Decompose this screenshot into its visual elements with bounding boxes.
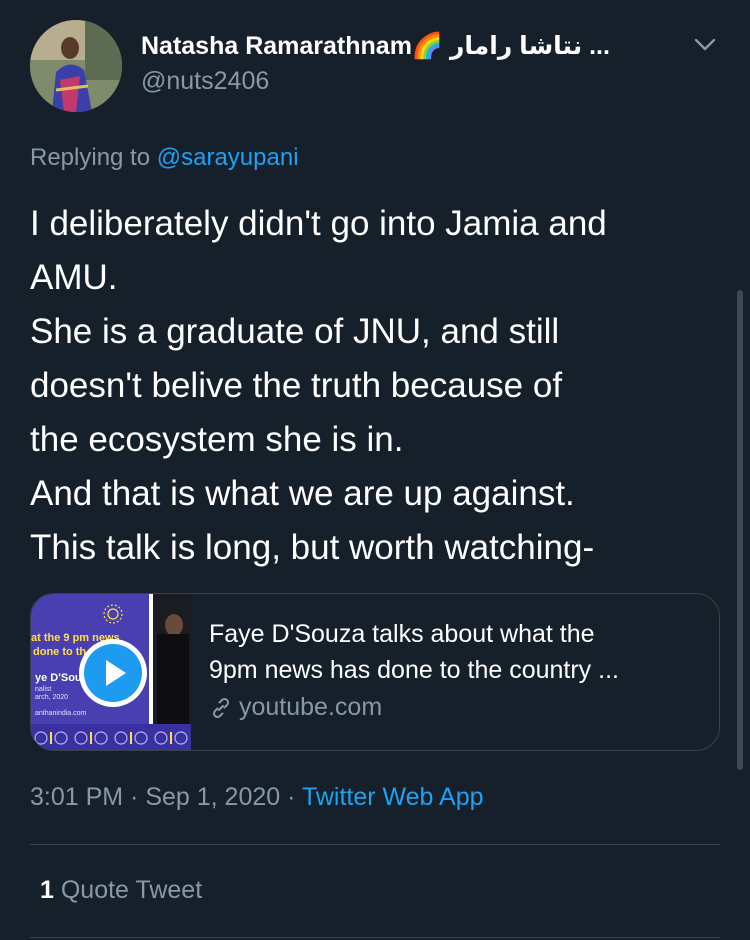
author-handle[interactable]: @nuts2406 [141, 67, 269, 96]
tweet-text: I deliberately didn't go into Jamia and … [30, 197, 730, 575]
play-icon [84, 644, 142, 702]
link-icon [212, 697, 230, 718]
thumb-sub1: nalist [35, 686, 52, 693]
thumb-url: anthanindia.com [35, 710, 87, 717]
divider [30, 937, 720, 938]
play-button[interactable] [79, 639, 147, 707]
meta-separator: · [280, 783, 302, 811]
link-preview-card[interactable]: at the 9 pm news done to th ye D'Souz na… [30, 593, 720, 751]
card-title[interactable]: Faye D'Souza talks about what the 9pm ne… [209, 616, 709, 688]
quote-count: 1 [40, 876, 54, 904]
avatar-photo [30, 20, 122, 112]
tweet-line: AMU. [30, 258, 118, 297]
chevron-down-icon[interactable] [690, 30, 720, 60]
tweet-line: And that is what we are up against. [30, 474, 575, 513]
meta-separator: · [123, 783, 146, 811]
decorative-pattern-icon [34, 731, 188, 745]
tweet-line: She is a graduate of JNU, and still [30, 312, 560, 351]
reply-mention-link[interactable]: @sarayupani [157, 144, 299, 171]
tweet-line: I deliberately didn't go into Jamia and [30, 204, 607, 243]
scrollbar[interactable] [737, 290, 743, 770]
tweet-date[interactable]: Sep 1, 2020 [145, 783, 280, 811]
replying-prefix: Replying to [30, 144, 151, 171]
card-domain: youtube.com [209, 693, 382, 722]
avatar[interactable] [30, 20, 122, 112]
card-title-line: 9pm news has done to the country ... [209, 656, 619, 684]
tweet-time[interactable]: 3:01 PM [30, 783, 123, 811]
tweet-line: This talk is long, but worth watching- [30, 528, 595, 567]
thumb-sub2: arch, 2020 [35, 694, 69, 701]
replying-to: Replying to @sarayupani [30, 144, 299, 172]
tweet-line: doesn't belive the truth because of [30, 366, 563, 405]
tweet-source-app[interactable]: Twitter Web App [302, 783, 484, 811]
tweet-meta: 3:01 PM · Sep 1, 2020 · Twitter Web App [30, 783, 484, 812]
card-domain-text: youtube.com [239, 693, 383, 721]
tweet-line: the ecosystem she is in. [30, 420, 404, 459]
divider [30, 844, 720, 845]
video-thumbnail[interactable]: at the 9 pm news done to th ye D'Souz na… [31, 594, 191, 750]
quote-tweets-link[interactable]: 1 Quote Tweet [40, 876, 202, 905]
quote-label: Quote Tweet [53, 876, 203, 904]
card-title-line: Faye D'Souza talks about what the [209, 620, 595, 648]
author-display-name[interactable]: Natasha Ramarathnam🌈 نتاشا رامار ... [141, 31, 610, 61]
decorative-flower-icon [103, 604, 123, 624]
